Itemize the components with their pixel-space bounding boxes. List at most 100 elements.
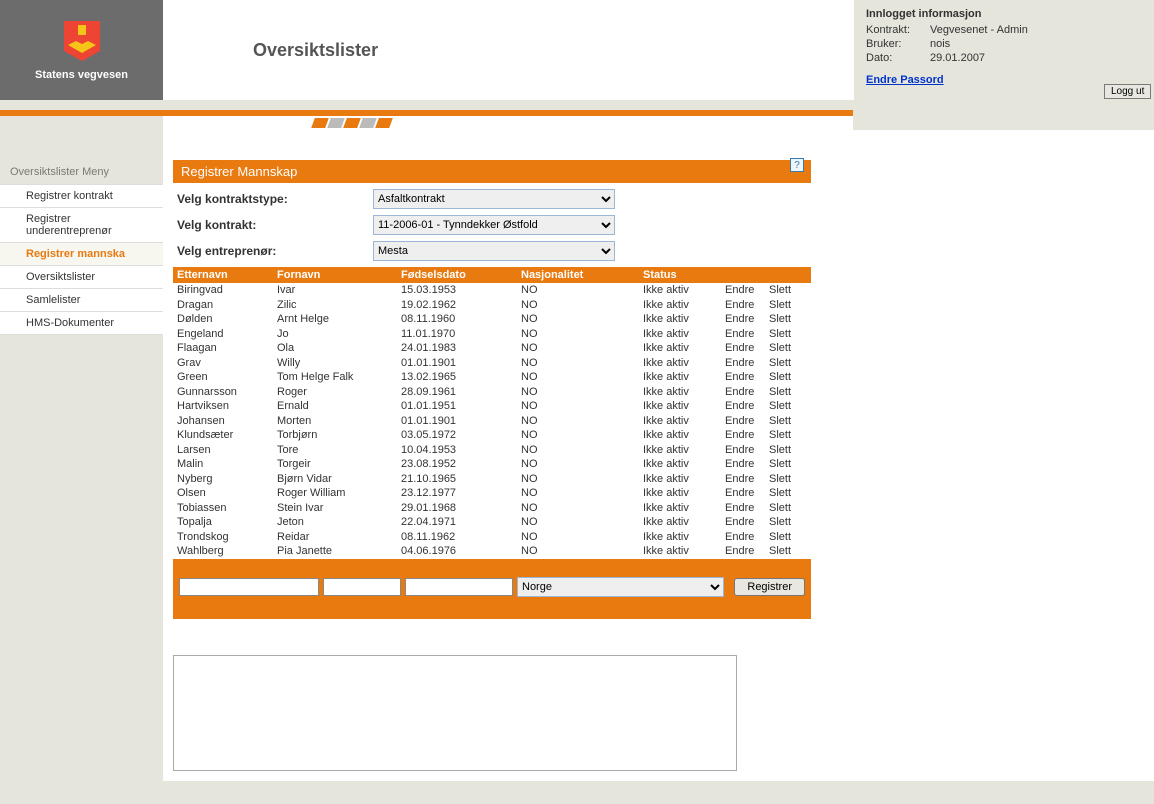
cell-fodselsdato: 10.04.1953 xyxy=(401,443,521,458)
help-icon[interactable]: ? xyxy=(790,158,804,172)
sidebar-item-1[interactable]: Registrer underentreprenør xyxy=(0,207,163,242)
cell-fodselsdato: 23.12.1977 xyxy=(401,486,521,501)
delete-link[interactable]: Slett xyxy=(769,515,805,530)
cell-fodselsdato: 21.10.1965 xyxy=(401,472,521,487)
cell-nasjonalitet: NO xyxy=(521,428,643,443)
sidebar-item-5[interactable]: HMS-Dokumenter xyxy=(0,311,163,335)
decorative-stripes xyxy=(163,116,853,130)
kontraktstype-select[interactable]: Asfaltkontrakt xyxy=(373,189,615,209)
delete-link[interactable]: Slett xyxy=(769,544,805,559)
delete-link[interactable]: Slett xyxy=(769,283,805,298)
cell-status: Ikke aktiv xyxy=(643,486,725,501)
delete-link[interactable]: Slett xyxy=(769,472,805,487)
cell-fornavn: Jo xyxy=(277,327,401,342)
col-fodselsdato: Fødselsdato xyxy=(401,269,521,281)
cell-nasjonalitet: NO xyxy=(521,530,643,545)
new-etternavn-input[interactable] xyxy=(179,578,319,596)
cell-nasjonalitet: NO xyxy=(521,472,643,487)
dato-value: 29.01.2007 xyxy=(930,52,985,64)
cell-fornavn: Torbjørn xyxy=(277,428,401,443)
cell-status: Ikke aktiv xyxy=(643,327,725,342)
edit-link[interactable]: Endre xyxy=(725,283,769,298)
cell-fodselsdato: 23.08.1952 xyxy=(401,457,521,472)
delete-link[interactable]: Slett xyxy=(769,298,805,313)
edit-link[interactable]: Endre xyxy=(725,428,769,443)
cell-fodselsdato: 01.01.1901 xyxy=(401,414,521,429)
change-password-link[interactable]: Endre Passord xyxy=(866,74,944,86)
cell-nasjonalitet: NO xyxy=(521,515,643,530)
entreprenor-label: Velg entreprenør: xyxy=(177,244,373,258)
cell-status: Ikke aktiv xyxy=(643,356,725,371)
table-row: LarsenTore10.04.1953NOIkke aktivEndreSle… xyxy=(173,443,811,458)
kontrakt-value: Vegvesenet - Admin xyxy=(930,24,1028,36)
delete-link[interactable]: Slett xyxy=(769,399,805,414)
cell-fodselsdato: 13.02.1965 xyxy=(401,370,521,385)
edit-link[interactable]: Endre xyxy=(725,544,769,559)
page-title-area: Oversiktslister xyxy=(163,0,854,100)
cell-fodselsdato: 08.11.1960 xyxy=(401,312,521,327)
cell-etternavn: Johansen xyxy=(177,414,277,429)
kontrakt-select[interactable]: 11-2006-01 - Tynndekker Østfold xyxy=(373,215,615,235)
delete-link[interactable]: Slett xyxy=(769,457,805,472)
delete-link[interactable]: Slett xyxy=(769,341,805,356)
logout-button[interactable]: Logg ut xyxy=(1104,84,1151,99)
cell-status: Ikke aktiv xyxy=(643,443,725,458)
edit-link[interactable]: Endre xyxy=(725,414,769,429)
edit-link[interactable]: Endre xyxy=(725,443,769,458)
cell-status: Ikke aktiv xyxy=(643,385,725,400)
edit-link[interactable]: Endre xyxy=(725,501,769,516)
delete-link[interactable]: Slett xyxy=(769,356,805,371)
new-nasjonalitet-select[interactable]: Norge xyxy=(517,577,724,597)
cell-status: Ikke aktiv xyxy=(643,457,725,472)
edit-link[interactable]: Endre xyxy=(725,312,769,327)
edit-link[interactable]: Endre xyxy=(725,472,769,487)
new-fornavn-input[interactable] xyxy=(323,578,401,596)
edit-link[interactable]: Endre xyxy=(725,385,769,400)
edit-link[interactable]: Endre xyxy=(725,530,769,545)
cell-fornavn: Willy xyxy=(277,356,401,371)
delete-link[interactable]: Slett xyxy=(769,486,805,501)
page-title: Oversiktslister xyxy=(253,40,378,61)
table-row: OlsenRoger William23.12.1977NOIkke aktiv… xyxy=(173,486,811,501)
edit-link[interactable]: Endre xyxy=(725,356,769,371)
table-row: JohansenMorten01.01.1901NOIkke aktivEndr… xyxy=(173,414,811,429)
edit-link[interactable]: Endre xyxy=(725,327,769,342)
delete-link[interactable]: Slett xyxy=(769,414,805,429)
edit-link[interactable]: Endre xyxy=(725,457,769,472)
menu-header: Oversiktslister Meny xyxy=(0,160,163,184)
cell-nasjonalitet: NO xyxy=(521,501,643,516)
delete-link[interactable]: Slett xyxy=(769,443,805,458)
sidebar-item-0[interactable]: Registrer kontrakt xyxy=(0,184,163,207)
entreprenor-select[interactable]: Mesta xyxy=(373,241,615,261)
cell-nasjonalitet: NO xyxy=(521,457,643,472)
sidebar-item-4[interactable]: Samlelister xyxy=(0,288,163,311)
cell-status: Ikke aktiv xyxy=(643,472,725,487)
delete-link[interactable]: Slett xyxy=(769,327,805,342)
sidebar-item-2[interactable]: Registrer mannska xyxy=(0,242,163,265)
cell-fodselsdato: 08.11.1962 xyxy=(401,530,521,545)
edit-link[interactable]: Endre xyxy=(725,399,769,414)
edit-link[interactable]: Endre xyxy=(725,515,769,530)
session-header: Innlogget informasjon xyxy=(866,8,1142,20)
edit-link[interactable]: Endre xyxy=(725,370,769,385)
cell-nasjonalitet: NO xyxy=(521,341,643,356)
sidebar-item-3[interactable]: Oversiktslister xyxy=(0,265,163,288)
delete-link[interactable]: Slett xyxy=(769,530,805,545)
cell-etternavn: Nyberg xyxy=(177,472,277,487)
delete-link[interactable]: Slett xyxy=(769,428,805,443)
table-row: FlaaganOla24.01.1983NOIkke aktivEndreSle… xyxy=(173,341,811,356)
cell-status: Ikke aktiv xyxy=(643,298,725,313)
content-area: ? Registrer Mannskap Velg kontraktstype:… xyxy=(163,130,1154,781)
cell-status: Ikke aktiv xyxy=(643,370,725,385)
delete-link[interactable]: Slett xyxy=(769,501,805,516)
new-fodselsdato-input[interactable] xyxy=(405,578,513,596)
edit-link[interactable]: Endre xyxy=(725,298,769,313)
delete-link[interactable]: Slett xyxy=(769,370,805,385)
delete-link[interactable]: Slett xyxy=(769,385,805,400)
edit-link[interactable]: Endre xyxy=(725,486,769,501)
delete-link[interactable]: Slett xyxy=(769,312,805,327)
edit-link[interactable]: Endre xyxy=(725,341,769,356)
register-button[interactable]: Registrer xyxy=(734,578,805,596)
cell-fodselsdato: 03.05.1972 xyxy=(401,428,521,443)
cell-nasjonalitet: NO xyxy=(521,544,643,559)
